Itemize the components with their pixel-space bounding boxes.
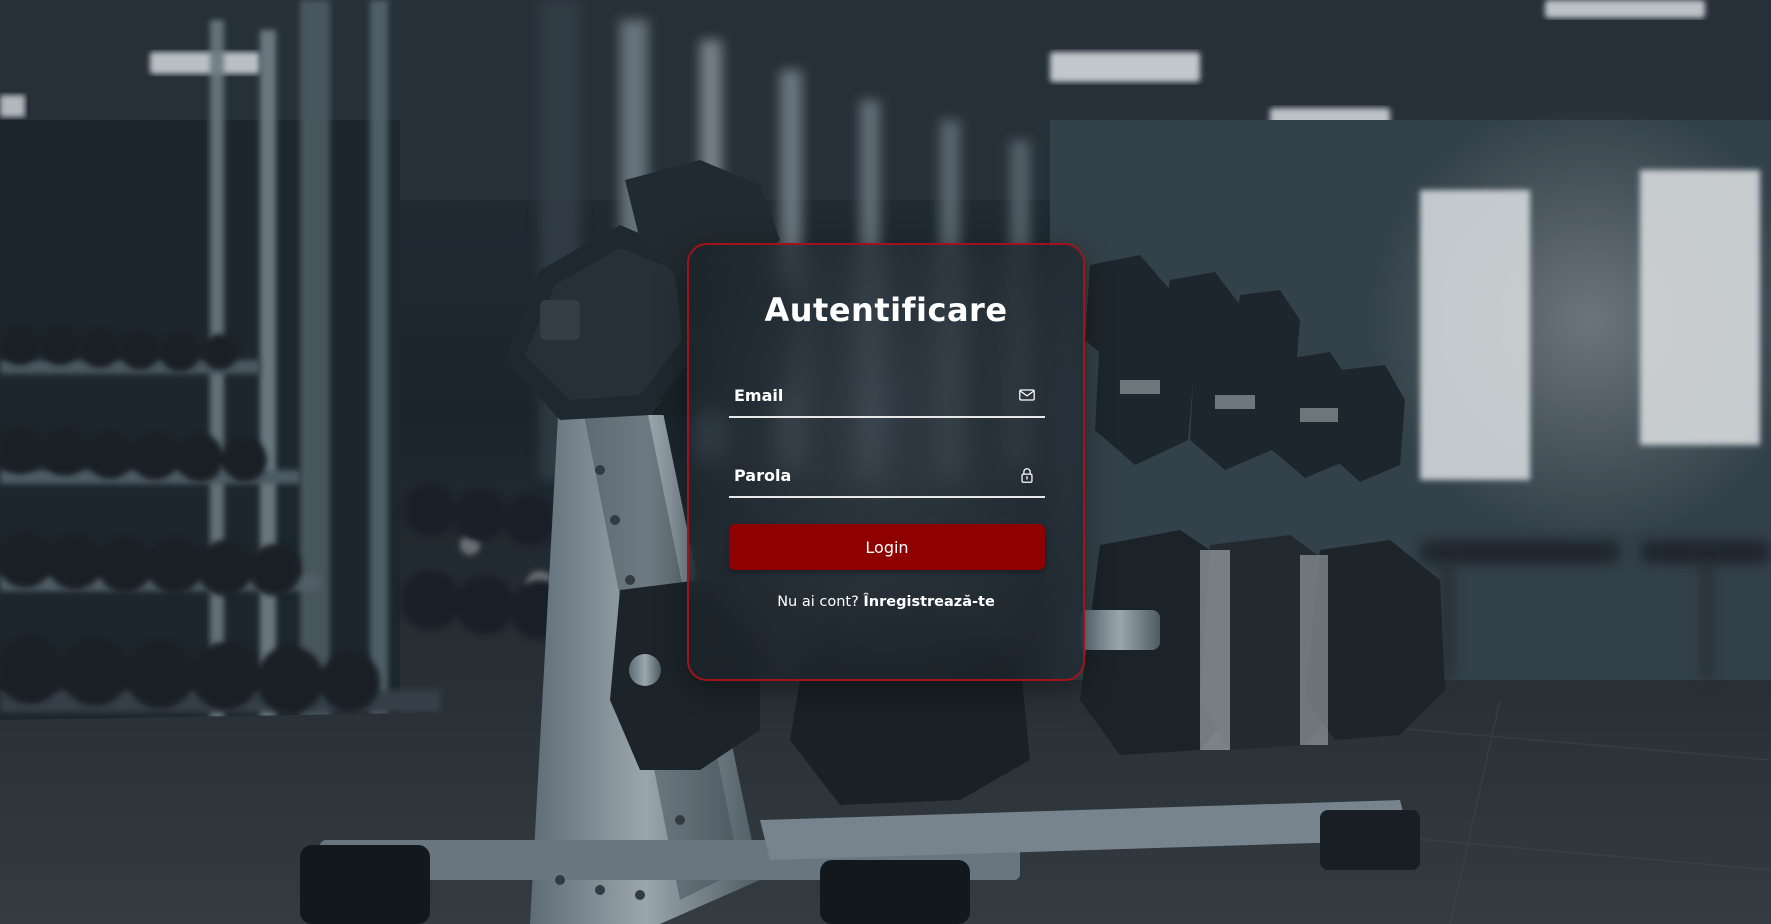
lock-icon (1021, 468, 1033, 483)
email-field[interactable] (729, 374, 1009, 416)
page-title: Autentificare (764, 291, 1008, 329)
register-prompt-text: Nu ai cont? (777, 594, 859, 610)
login-card: Autentificare Login Nu ai cont? Înregist… (687, 243, 1085, 681)
email-field-container (729, 374, 1045, 418)
envelope-icon (1019, 389, 1035, 401)
login-button[interactable]: Login (729, 524, 1045, 570)
page-background: Autentificare Login Nu ai cont? Înregist… (0, 0, 1771, 924)
register-link[interactable]: Înregistrează-te (863, 594, 994, 610)
password-field[interactable] (729, 454, 1009, 496)
register-prompt: Nu ai cont? Înregistrează-te (689, 594, 1083, 611)
password-field-container (729, 454, 1045, 498)
